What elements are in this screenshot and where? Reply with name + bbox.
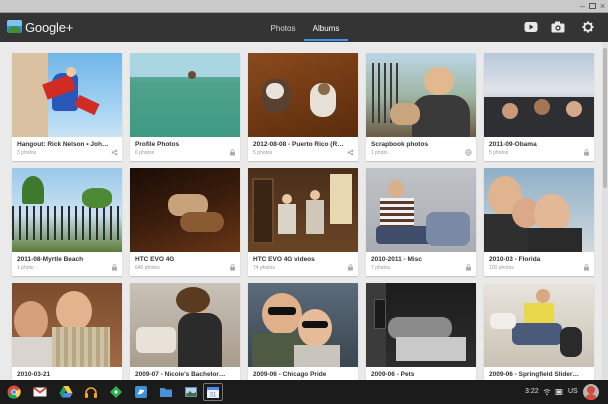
gear-icon[interactable] bbox=[581, 21, 595, 33]
album-thumbnail[interactable] bbox=[366, 53, 476, 137]
photos-icon[interactable] bbox=[184, 385, 198, 399]
album-thumbnail[interactable] bbox=[12, 168, 122, 252]
albums-grid: Hangout: Rick Nelson • John... 3 photos … bbox=[0, 42, 608, 380]
album-title: 2010-03-21 bbox=[17, 371, 51, 378]
maximize-icon[interactable] bbox=[589, 3, 596, 9]
album-card[interactable]: 2010-03-21 bbox=[12, 283, 122, 380]
scrollbar-thumb[interactable] bbox=[603, 48, 607, 188]
album-thumbnail[interactable] bbox=[130, 53, 240, 137]
locale-indicator[interactable]: US bbox=[568, 388, 578, 395]
album-photo-count: 3 photos bbox=[17, 150, 37, 156]
album-card[interactable]: 2010-2011 - Misc 7 photos bbox=[366, 168, 476, 276]
tweetdeck-icon[interactable] bbox=[134, 385, 148, 399]
album-title: HTC EVO 4G videos bbox=[253, 256, 315, 263]
album-card[interactable]: Scrapbook photos 1 photo bbox=[366, 53, 476, 161]
album-thumbnail[interactable] bbox=[12, 53, 122, 137]
album-title: 2010-03 - Florida bbox=[489, 256, 541, 263]
scrollbar[interactable] bbox=[602, 42, 608, 380]
album-photo-count: 1 photo bbox=[371, 150, 388, 156]
lock-icon bbox=[348, 264, 353, 271]
close-icon[interactable]: × bbox=[598, 2, 607, 11]
lock-icon bbox=[230, 149, 235, 156]
album-photo-count: 6 photos bbox=[135, 150, 155, 156]
album-thumbnail[interactable] bbox=[484, 53, 594, 137]
camera-icon[interactable] bbox=[551, 21, 565, 33]
album-thumbnail[interactable] bbox=[130, 168, 240, 252]
minimize-icon[interactable]: – bbox=[578, 2, 587, 11]
album-title: Scrapbook photos bbox=[371, 141, 429, 148]
album-photo-count: 7 photos bbox=[371, 265, 391, 271]
lock-icon bbox=[584, 149, 589, 156]
album-photo-count: 74 photos bbox=[253, 265, 275, 271]
album-title: 2009-06 - Springfield Sliders... bbox=[489, 371, 581, 378]
window-frame: – × bbox=[0, 0, 608, 13]
album-card[interactable]: 2011-09-Obama 5 photos bbox=[484, 53, 594, 161]
globe-icon bbox=[465, 149, 472, 156]
album-title: 2011-08-Myrtle Beach bbox=[17, 256, 84, 263]
album-thumbnail[interactable] bbox=[12, 283, 122, 367]
tab-photos[interactable]: Photos bbox=[268, 24, 298, 33]
album-photo-count: 640 photos bbox=[135, 265, 160, 271]
clock[interactable]: 3:22 bbox=[525, 388, 539, 395]
album-card[interactable]: 2010-03 - Florida 100 photos bbox=[484, 168, 594, 276]
album-card[interactable]: 2009-06 - Chicago Pride bbox=[248, 283, 358, 380]
google-plus-photos-logo-icon bbox=[7, 20, 22, 33]
album-card[interactable]: 2009-06 - Pets bbox=[366, 283, 476, 380]
album-card[interactable]: 2009-06 - Springfield Sliders... bbox=[484, 283, 594, 380]
album-title: HTC EVO 4G bbox=[135, 256, 175, 263]
gmail-icon[interactable] bbox=[33, 385, 47, 399]
album-thumbnail[interactable] bbox=[366, 168, 476, 252]
album-title: 2010-2011 - Misc bbox=[371, 256, 422, 263]
album-photo-count: 1 photo bbox=[17, 265, 34, 271]
album-title: 2009-07 - Nicole's Bachelore... bbox=[135, 371, 227, 378]
active-tab-indicator bbox=[304, 39, 348, 41]
lock-icon bbox=[112, 264, 117, 271]
album-photo-count: 5 photos bbox=[489, 150, 509, 156]
album-thumbnail[interactable] bbox=[484, 168, 594, 252]
album-title: 2011-09-Obama bbox=[489, 141, 537, 148]
album-title: Hangout: Rick Nelson • John... bbox=[17, 141, 109, 148]
share-icon bbox=[347, 149, 354, 156]
lock-icon bbox=[230, 264, 235, 271]
files-icon[interactable] bbox=[159, 385, 173, 399]
album-card[interactable]: 2009-07 - Nicole's Bachelore... bbox=[130, 283, 240, 380]
lock-icon bbox=[584, 264, 589, 271]
album-card[interactable]: Profile Photos 6 photos bbox=[130, 53, 240, 161]
network-icon[interactable] bbox=[543, 388, 551, 396]
battery-icon[interactable] bbox=[555, 388, 563, 396]
album-card[interactable]: HTC EVO 4G 640 photos bbox=[130, 168, 240, 276]
tab-albums[interactable]: Albums bbox=[308, 24, 344, 33]
album-thumbnail[interactable] bbox=[130, 283, 240, 367]
album-thumbnail[interactable] bbox=[484, 283, 594, 367]
svg-text:31: 31 bbox=[210, 393, 217, 399]
album-thumbnail[interactable] bbox=[248, 53, 358, 137]
album-photo-count: 100 photos bbox=[489, 265, 514, 271]
album-card[interactable]: 2011-08-Myrtle Beach 1 photo bbox=[12, 168, 122, 276]
chrome-icon[interactable] bbox=[7, 385, 21, 399]
album-title: 2009-06 - Chicago Pride bbox=[253, 371, 327, 378]
album-card[interactable]: HTC EVO 4G videos 74 photos bbox=[248, 168, 358, 276]
avatar[interactable] bbox=[583, 384, 599, 400]
album-thumbnail[interactable] bbox=[248, 168, 358, 252]
drive-icon[interactable] bbox=[59, 385, 73, 399]
lock-icon bbox=[466, 264, 471, 271]
album-thumbnail[interactable] bbox=[366, 283, 476, 367]
album-title: Profile Photos bbox=[135, 141, 180, 148]
music-icon[interactable] bbox=[84, 385, 98, 399]
album-photo-count: 5 photos bbox=[253, 150, 273, 156]
share-icon bbox=[111, 149, 118, 156]
album-title: 2009-06 - Pets bbox=[371, 371, 415, 378]
app-header: Google+ Photos Albums bbox=[0, 13, 608, 42]
album-title: 2012-08-08 - Puerto Rico (Ric... bbox=[253, 141, 345, 148]
calendar-icon[interactable]: 31 bbox=[206, 385, 220, 399]
youtube-icon[interactable] bbox=[524, 21, 538, 33]
album-thumbnail[interactable] bbox=[248, 283, 358, 367]
album-card[interactable]: 2012-08-08 - Puerto Rico (Ric... 5 photo… bbox=[248, 53, 358, 161]
feedly-icon[interactable] bbox=[109, 385, 123, 399]
album-card[interactable]: Hangout: Rick Nelson • John... 3 photos bbox=[12, 53, 122, 161]
brand-name[interactable]: Google+ bbox=[25, 20, 73, 35]
taskbar: 31 3:22 US bbox=[0, 380, 608, 404]
